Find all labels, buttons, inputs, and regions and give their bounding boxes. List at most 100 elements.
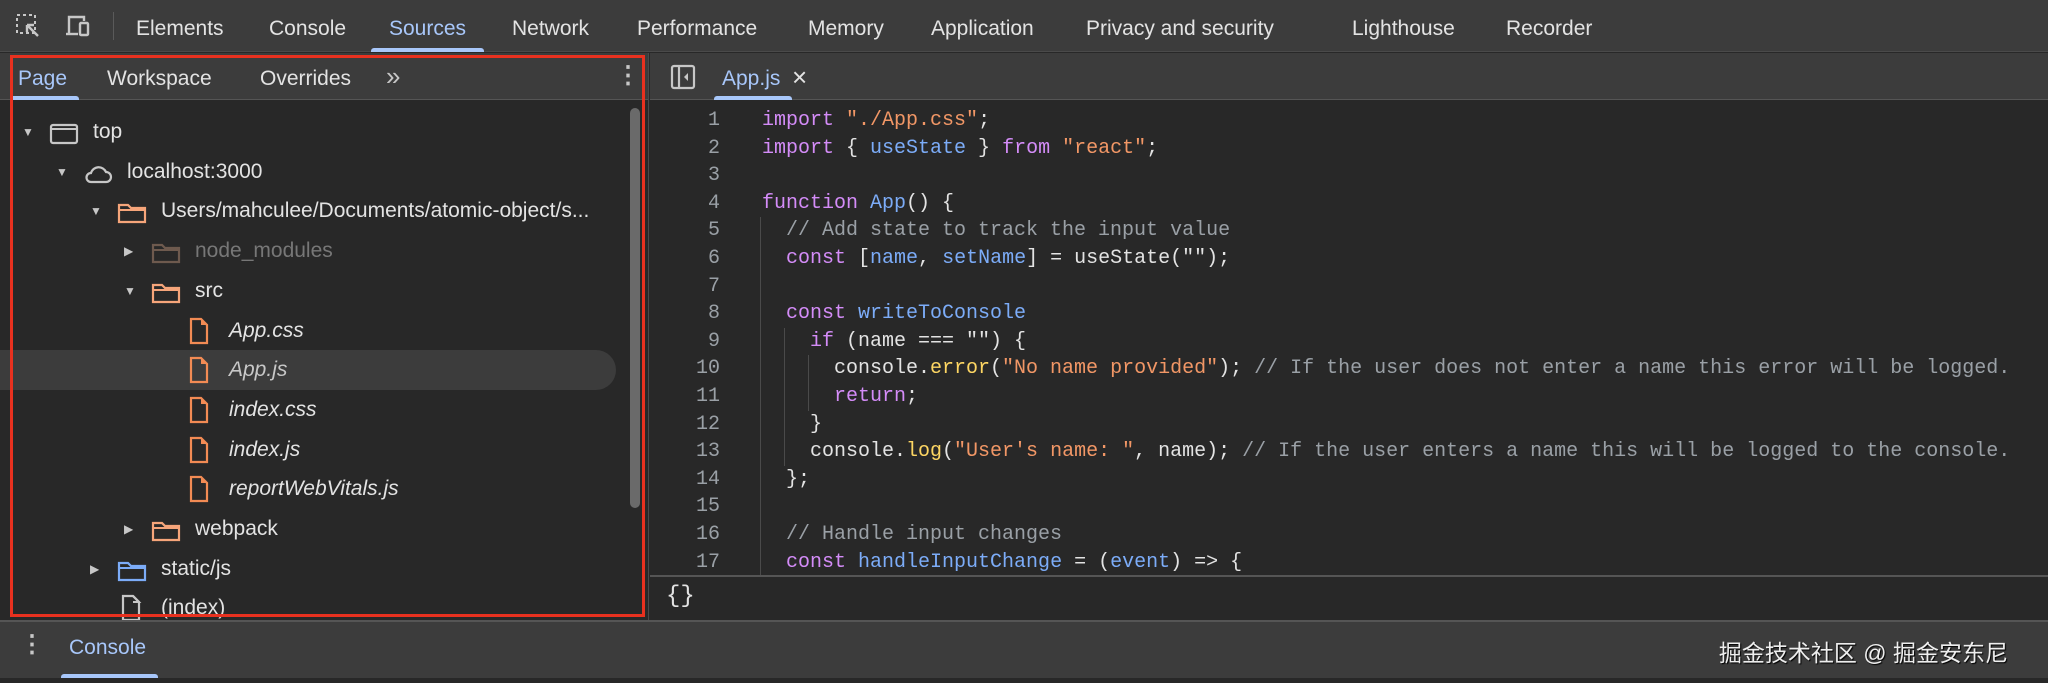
device-toolbar-icon[interactable] [64, 12, 92, 40]
tab-workspace[interactable]: Workspace [107, 53, 212, 100]
tab-page[interactable]: Page [9, 53, 80, 100]
drawer-menu-icon[interactable]: ⋮ [20, 630, 44, 659]
pretty-print-button[interactable]: {} [666, 583, 695, 610]
code-line: const handleInputChange = (event) => { [786, 549, 1242, 575]
code-token: useState [870, 136, 967, 160]
code-line: const [name, setName] = useState(""); [786, 245, 1230, 273]
tree-item[interactable]: ▶ static/js [0, 549, 616, 589]
tree-item-label: index.css [229, 397, 317, 421]
line-number[interactable]: 16 [650, 521, 720, 549]
tree-item[interactable]: ▼ localhost:3000 [0, 152, 616, 192]
code-line: } [810, 411, 822, 439]
code-token: ] = useState(""); [1026, 247, 1231, 270]
tab-performance[interactable]: Performance [637, 0, 757, 52]
indent-guide [760, 383, 761, 411]
indent-guide [760, 438, 761, 466]
toolbar-divider [113, 12, 114, 40]
line-number[interactable]: 7 [650, 273, 720, 301]
folder-icon [151, 239, 181, 264]
code-token: log [906, 440, 943, 464]
line-number[interactable]: 6 [650, 245, 720, 273]
scrollbar[interactable] [630, 108, 640, 508]
collapse-arrow-icon[interactable]: ▼ [22, 112, 38, 152]
line-number[interactable]: 14 [650, 466, 720, 494]
code-token: [ [846, 247, 871, 270]
collapse-arrow-icon[interactable]: ▼ [90, 191, 106, 231]
line-number[interactable]: 2 [650, 135, 720, 163]
code-token: console. [810, 440, 907, 464]
line-number[interactable]: 4 [650, 190, 720, 218]
tab-memory[interactable]: Memory [808, 0, 884, 52]
tree-item[interactable]: App.js [0, 350, 616, 391]
code-token: ) => { [1170, 550, 1243, 574]
navigator-panel: Page Workspace Overrides » ⋮ ▼ top ▼ localh… [0, 53, 649, 620]
code-token: const [786, 302, 847, 326]
tree-item[interactable]: index.css [0, 390, 616, 430]
tree-item[interactable]: ▼ top [0, 112, 616, 152]
folder-icon [151, 517, 181, 542]
line-number[interactable]: 5 [650, 217, 720, 245]
line-number[interactable]: 12 [650, 411, 720, 439]
indent-guide [760, 327, 761, 356]
collapse-arrow-icon[interactable]: ▼ [124, 271, 140, 311]
code-token: , name); [1134, 440, 1243, 464]
expand-arrow-icon[interactable]: ▶ [124, 509, 140, 549]
expand-arrow-icon[interactable]: ▶ [124, 231, 140, 271]
tab-overrides[interactable]: Overrides [260, 53, 351, 100]
close-tab-icon[interactable]: × [792, 53, 807, 100]
tab-application[interactable]: Application [931, 0, 1034, 52]
file-tab-app-js[interactable]: App.js [713, 53, 793, 100]
drawer-tab-console[interactable]: Console [60, 622, 159, 678]
tree-item[interactable]: reportWebVitals.js [0, 469, 616, 509]
tree-item-label: reportWebVitals.js [229, 477, 399, 501]
line-number[interactable]: 1 [650, 107, 720, 135]
line-number[interactable]: 3 [650, 162, 720, 190]
line-number[interactable]: 13 [650, 438, 720, 466]
tree-item[interactable]: index.js [0, 430, 616, 470]
line-number[interactable]: 11 [650, 383, 720, 411]
line-number[interactable]: 10 [650, 355, 720, 383]
tab-elements[interactable]: Elements [136, 0, 224, 52]
tree-item[interactable]: App.css [0, 311, 616, 351]
tree-item-label: Users/mahculee/Documents/atomic-object/s… [161, 199, 590, 223]
code-token: setName [942, 247, 1027, 270]
tree-item[interactable]: ▶ node_modules [0, 231, 616, 271]
tab-network[interactable]: Network [512, 0, 589, 52]
more-tabs-icon[interactable]: » [386, 53, 400, 100]
line-number[interactable]: 15 [650, 493, 720, 521]
line-number[interactable]: 17 [650, 549, 720, 575]
indent-guide [760, 272, 761, 301]
line-number[interactable]: 8 [650, 300, 720, 328]
tree-item-label: App.js [229, 358, 288, 382]
line-number[interactable]: 9 [650, 328, 720, 356]
cloud-icon [83, 160, 113, 184]
file-icon [185, 356, 215, 384]
more-options-icon[interactable]: ⋮ [616, 53, 640, 100]
tab-recorder[interactable]: Recorder [1506, 0, 1592, 52]
tree-item[interactable]: (index) [0, 588, 616, 620]
editor-tabs: App.js × [650, 53, 2048, 100]
tree-item[interactable]: ▶ webpack [0, 509, 616, 549]
inspect-element-icon[interactable] [14, 12, 42, 40]
code-editor[interactable]: 1 import "./App.css"; 2 import { useState }… [650, 101, 2048, 575]
tab-sources[interactable]: Sources [370, 0, 485, 52]
code-token: , [918, 247, 943, 270]
code-line: console.log("User's name: ", name); // I… [810, 438, 2010, 466]
expand-arrow-icon[interactable]: ▶ [90, 549, 106, 589]
tab-privacy-security[interactable]: Privacy and security [1086, 0, 1274, 52]
code-token: "User's name: " [954, 440, 1135, 464]
tab-console[interactable]: Console [269, 0, 346, 52]
tree-item-label: top [93, 120, 123, 143]
file-icon [185, 317, 215, 344]
collapse-arrow-icon[interactable]: ▼ [56, 152, 72, 192]
toggle-navigator-icon[interactable] [670, 64, 696, 90]
file-icon [185, 396, 215, 423]
code-token: if [810, 329, 835, 353]
tree-item[interactable]: ▼ Users/mahculee/Documents/atomic-object/… [0, 191, 616, 231]
code-token: ( [990, 357, 1003, 381]
code-token: "No name provided" [1002, 357, 1219, 381]
tab-lighthouse[interactable]: Lighthouse [1352, 0, 1455, 52]
tree-item[interactable]: ▼ src [0, 271, 616, 311]
